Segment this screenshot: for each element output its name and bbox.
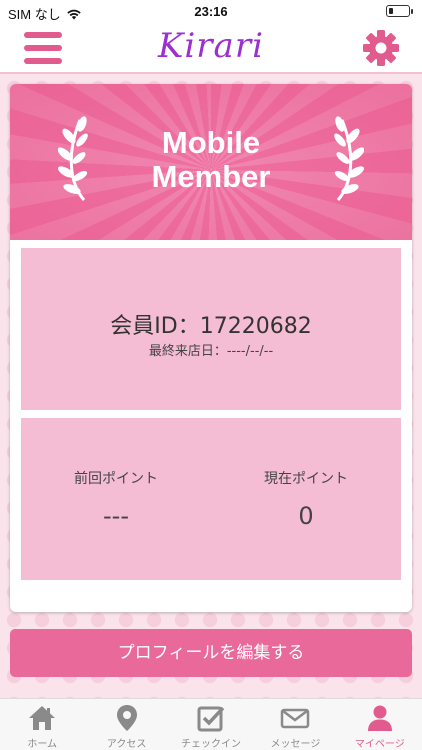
tab-label: ホーム: [27, 739, 58, 750]
previous-points-label: 前回ポイント: [74, 471, 158, 487]
tab-access[interactable]: アクセス: [84, 699, 168, 750]
current-points-label: 現在ポイント: [264, 471, 348, 487]
tab-label: マイページ: [354, 739, 405, 750]
battery-icon: [386, 5, 413, 17]
app-logo: Kirari: [158, 26, 264, 66]
user-icon: [367, 705, 392, 731]
last-visit-value: ----/--/--: [226, 344, 274, 359]
points-panel: 前回ポイント --- 現在ポイント 0: [21, 418, 401, 580]
battery-level: [388, 7, 393, 14]
home-icon: [29, 706, 56, 730]
member-id-label: 会員ID：: [110, 314, 200, 339]
banner-title: Mobile Member: [10, 126, 412, 194]
checkin-icon: [197, 706, 225, 732]
tab-checkin[interactable]: チェックイン: [169, 699, 253, 750]
edit-profile-button[interactable]: プロフィールを編集する: [10, 629, 412, 677]
status-time: 23:16: [194, 4, 228, 19]
tab-label: チェックイン: [181, 739, 242, 750]
banner-title-line2: Member: [151, 159, 271, 194]
member-card-banner: Mobile Member: [10, 84, 412, 240]
previous-points-value: ---: [103, 502, 129, 530]
member-id-line: 会員ID：17220682: [21, 308, 401, 340]
member-id-panel: 会員ID：17220682 最終来店日：----/--/--: [21, 248, 401, 410]
last-visit-line: 最終来店日：----/--/--: [21, 340, 401, 359]
last-visit-label: 最終来店日：: [148, 344, 227, 359]
tab-bar: ホーム アクセス チェックイン メッセージ マイページ: [0, 698, 422, 750]
tab-label: アクセス: [106, 739, 147, 750]
tab-label: メッセージ: [270, 739, 321, 750]
current-points: 現在ポイント 0: [211, 468, 401, 530]
tab-home[interactable]: ホーム: [0, 699, 84, 750]
status-bar: SIM なし 23:16: [0, 0, 422, 22]
gear-icon[interactable]: [362, 29, 400, 67]
mail-icon: [281, 708, 310, 729]
member-card: Mobile Member 会員ID：17220682 最終来店日：----/-…: [10, 84, 412, 612]
banner-title-line1: Mobile: [161, 125, 261, 160]
tab-mypage[interactable]: マイページ: [338, 699, 422, 750]
app-header: Kirari: [0, 22, 422, 74]
map-pin-icon: [116, 705, 137, 731]
member-id-value: 17220682: [199, 314, 312, 339]
previous-points: 前回ポイント ---: [21, 468, 211, 530]
current-points-value: 0: [298, 502, 314, 530]
tab-message[interactable]: メッセージ: [253, 699, 337, 750]
